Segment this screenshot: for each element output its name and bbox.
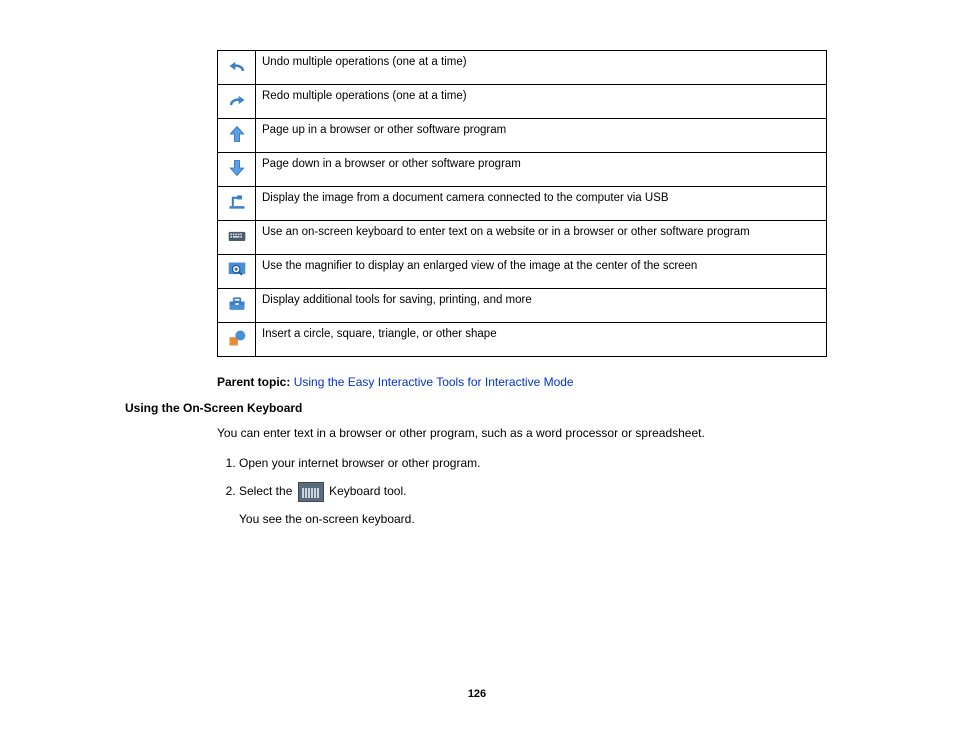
- table-row: Undo multiple operations (one at a time): [218, 51, 827, 85]
- tool-icon-cell: [218, 255, 256, 289]
- step-item: Select the Keyboard tool. You see the on…: [239, 482, 844, 528]
- tool-desc: Page down in a browser or other software…: [256, 153, 827, 187]
- tool-desc: Display additional tools for saving, pri…: [256, 289, 827, 323]
- document-page: Undo multiple operations (one at a time)…: [0, 0, 954, 738]
- shapes-icon: [226, 327, 248, 349]
- tool-desc: Undo multiple operations (one at a time): [256, 51, 827, 85]
- parent-topic-label: Parent topic:: [217, 375, 290, 389]
- tool-desc: Use an on-screen keyboard to enter text …: [256, 221, 827, 255]
- step-text: Keyboard tool.: [329, 484, 406, 498]
- section-heading: Using the On-Screen Keyboard: [125, 401, 844, 415]
- toolbox-icon: [226, 293, 248, 315]
- tool-description-table: Undo multiple operations (one at a time)…: [217, 50, 827, 357]
- tool-desc: Use the magnifier to display an enlarged…: [256, 255, 827, 289]
- parent-topic: Parent topic: Using the Easy Interactive…: [217, 375, 844, 389]
- table-row: Display the image from a document camera…: [218, 187, 827, 221]
- step-text: Select the: [239, 484, 292, 498]
- tool-icon-cell: [218, 85, 256, 119]
- page-down-icon: [226, 157, 248, 179]
- tool-desc: Redo multiple operations (one at a time): [256, 85, 827, 119]
- step-item: Open your internet browser or other prog…: [239, 454, 844, 472]
- parent-topic-link[interactable]: Using the Easy Interactive Tools for Int…: [294, 375, 574, 389]
- tool-icon-cell: [218, 289, 256, 323]
- tool-desc: Display the image from a document camera…: [256, 187, 827, 221]
- table-row: Insert a circle, square, triangle, or ot…: [218, 323, 827, 357]
- page-number: 126: [0, 688, 954, 700]
- doc-camera-icon: [226, 191, 248, 213]
- tool-icon-cell: [218, 51, 256, 85]
- table-row: Use an on-screen keyboard to enter text …: [218, 221, 827, 255]
- tool-desc: Page up in a browser or other software p…: [256, 119, 827, 153]
- keyboard-icon: [298, 482, 324, 502]
- undo-icon: [226, 55, 248, 77]
- table-row: Display additional tools for saving, pri…: [218, 289, 827, 323]
- tool-icon-cell: [218, 323, 256, 357]
- step-text: Open your internet browser or other prog…: [239, 456, 480, 470]
- tool-desc: Insert a circle, square, triangle, or ot…: [256, 323, 827, 357]
- table-row: Redo multiple operations (one at a time): [218, 85, 827, 119]
- magnifier-icon: [226, 259, 248, 281]
- table-row: Page down in a browser or other software…: [218, 153, 827, 187]
- tool-icon-cell: [218, 187, 256, 221]
- keyboard-icon: [226, 225, 248, 247]
- page-up-icon: [226, 123, 248, 145]
- table-row: Page up in a browser or other software p…: [218, 119, 827, 153]
- section-intro: You can enter text in a browser or other…: [217, 425, 844, 442]
- tool-icon-cell: [218, 221, 256, 255]
- tool-icon-cell: [218, 153, 256, 187]
- step-list: Open your internet browser or other prog…: [217, 454, 844, 528]
- step-result: You see the on-screen keyboard.: [239, 510, 844, 528]
- table-row: Use the magnifier to display an enlarged…: [218, 255, 827, 289]
- redo-icon: [226, 89, 248, 111]
- tool-icon-cell: [218, 119, 256, 153]
